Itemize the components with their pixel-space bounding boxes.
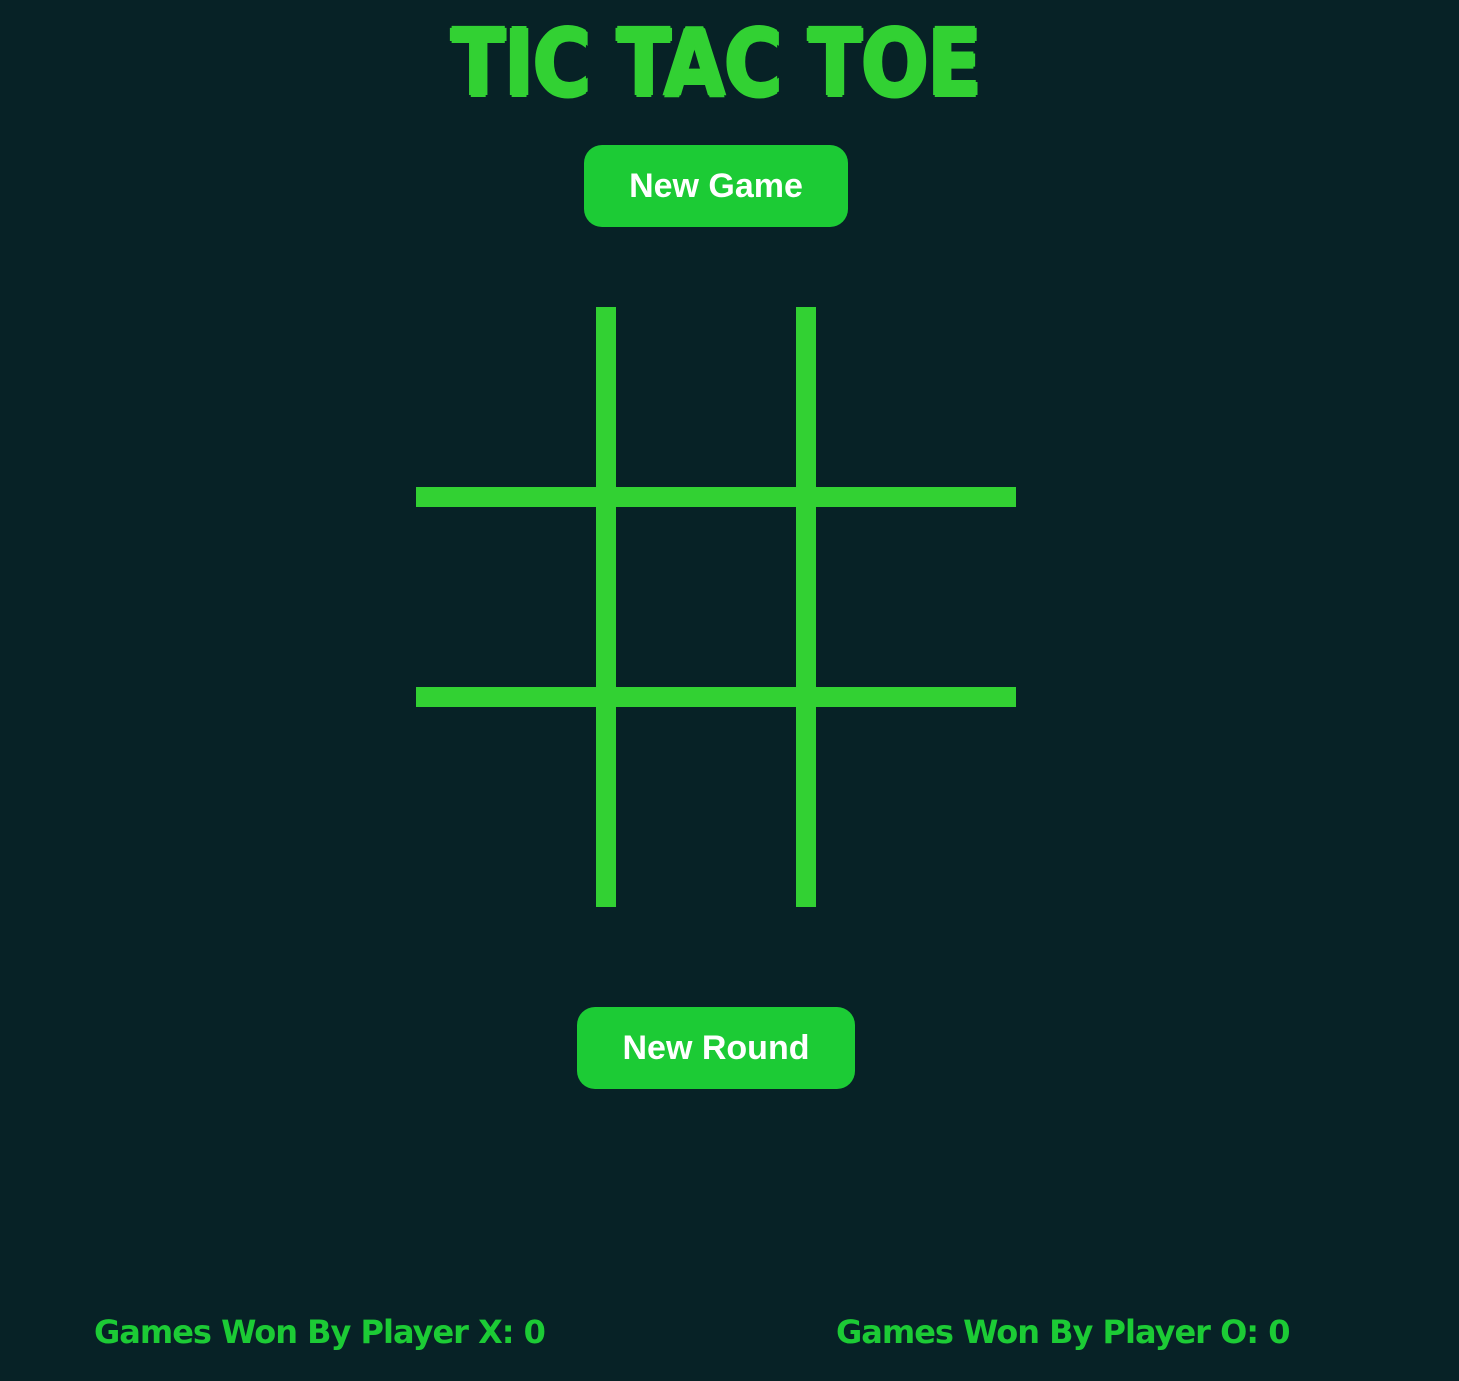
board-cell-3[interactable]: [816, 307, 1016, 507]
grid-line-vertical-1: [596, 307, 616, 907]
new-game-button[interactable]: New Game: [584, 145, 848, 227]
player-x-score-label: Games Won By Player X:: [94, 1313, 515, 1351]
board-cell-8[interactable]: [616, 707, 816, 907]
board-cell-1[interactable]: [416, 307, 616, 507]
board-cell-6[interactable]: [816, 507, 1016, 707]
player-o-score-label: Games Won By Player O:: [836, 1313, 1259, 1351]
player-o-score: Games Won By Player O: 0: [836, 1310, 1290, 1354]
player-x-score: Games Won By Player X: 0: [94, 1310, 546, 1354]
grid-line-horizontal-1: [416, 487, 1016, 507]
board-cell-9[interactable]: [816, 707, 1016, 907]
board-cell-5[interactable]: [616, 507, 816, 707]
player-x-score-value: 0: [523, 1313, 546, 1351]
game-title: TIC TAC TOE: [451, 10, 981, 117]
grid-line-vertical-2: [796, 307, 816, 907]
game-board: [416, 307, 1016, 907]
grid-line-horizontal-2: [416, 687, 1016, 707]
board-cell-7[interactable]: [416, 707, 616, 907]
board-cell-2[interactable]: [616, 307, 816, 507]
new-round-button[interactable]: New Round: [577, 1007, 855, 1089]
player-o-score-value: 0: [1268, 1313, 1290, 1351]
board-cell-4[interactable]: [416, 507, 616, 707]
